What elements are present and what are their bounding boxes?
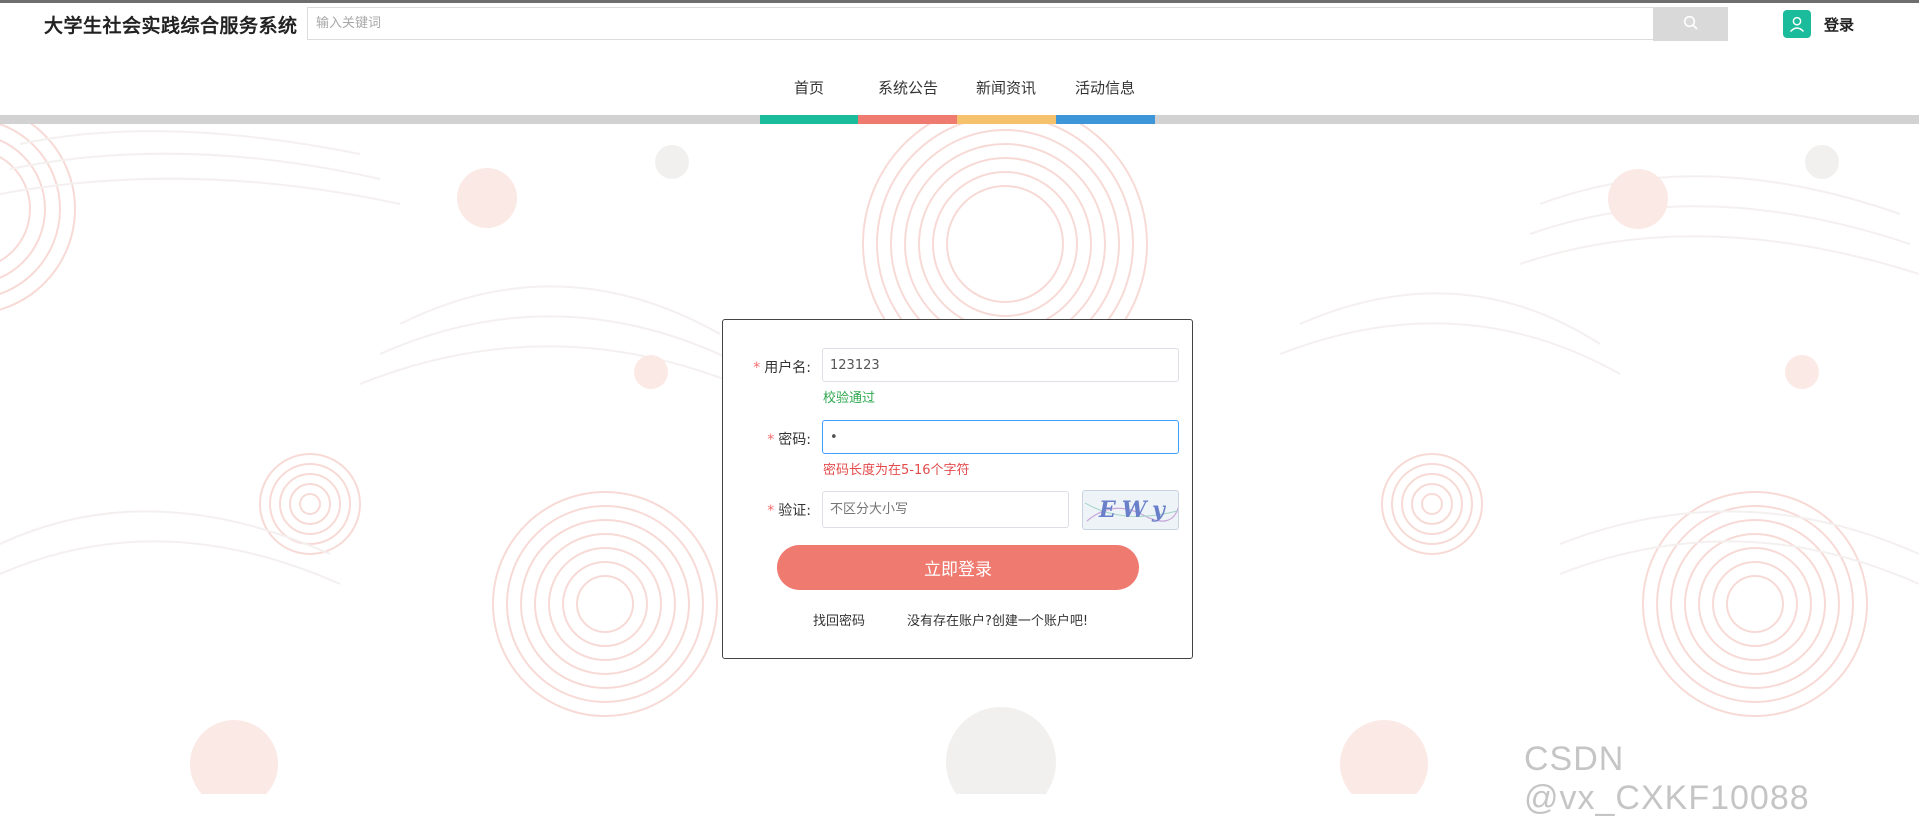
nav-underline-home [760, 115, 858, 124]
username-label: * 用户名: [753, 360, 811, 376]
captcha-label: * 验证: [767, 503, 811, 519]
site-title: 大学生社会实践综合服务系统 [44, 15, 298, 37]
login-link[interactable]: 登录 [1824, 14, 1854, 35]
captcha-image[interactable]: EWy [1082, 490, 1179, 530]
login-submit-button[interactable]: 立即登录 [777, 545, 1139, 590]
nav-item-announcements[interactable]: 系统公告 [859, 77, 957, 98]
search-input[interactable] [307, 7, 1654, 40]
watermark: CSDN @vx_CXKF10088 [1524, 740, 1810, 817]
user-icon[interactable] [1783, 10, 1811, 38]
main-nav: 首页 系统公告 新闻资讯 活动信息 [0, 65, 1919, 115]
captcha-text: EWy [1099, 497, 1171, 523]
password-label: * 密码: [767, 432, 811, 448]
nav-item-news[interactable]: 新闻资讯 [957, 77, 1055, 98]
password-field[interactable] [822, 420, 1179, 454]
search-icon [1683, 15, 1699, 34]
password-validation-message: 密码长度为在5-16个字符 [823, 463, 970, 478]
nav-underline-activities [1056, 115, 1155, 124]
username-field[interactable] [822, 348, 1179, 382]
nav-underline-news [957, 115, 1056, 124]
register-link[interactable]: 没有存在账户?创建一个账户吧! [907, 610, 1088, 629]
captcha-field[interactable] [822, 491, 1069, 528]
login-form: *用户名: 校验通过 *密码: 密码长度为在5-16个字符 *验证: EWy 立… [722, 319, 1193, 659]
search-button[interactable] [1653, 7, 1728, 41]
nav-underline-announcements [858, 115, 957, 124]
username-validation-message: 校验通过 [823, 391, 876, 406]
nav-item-activities[interactable]: 活动信息 [1056, 77, 1154, 98]
top-header: 大学生社会实践综合服务系统 登录 [0, 0, 1919, 50]
nav-item-home[interactable]: 首页 [760, 77, 858, 98]
forgot-password-link[interactable]: 找回密码 [813, 610, 865, 629]
